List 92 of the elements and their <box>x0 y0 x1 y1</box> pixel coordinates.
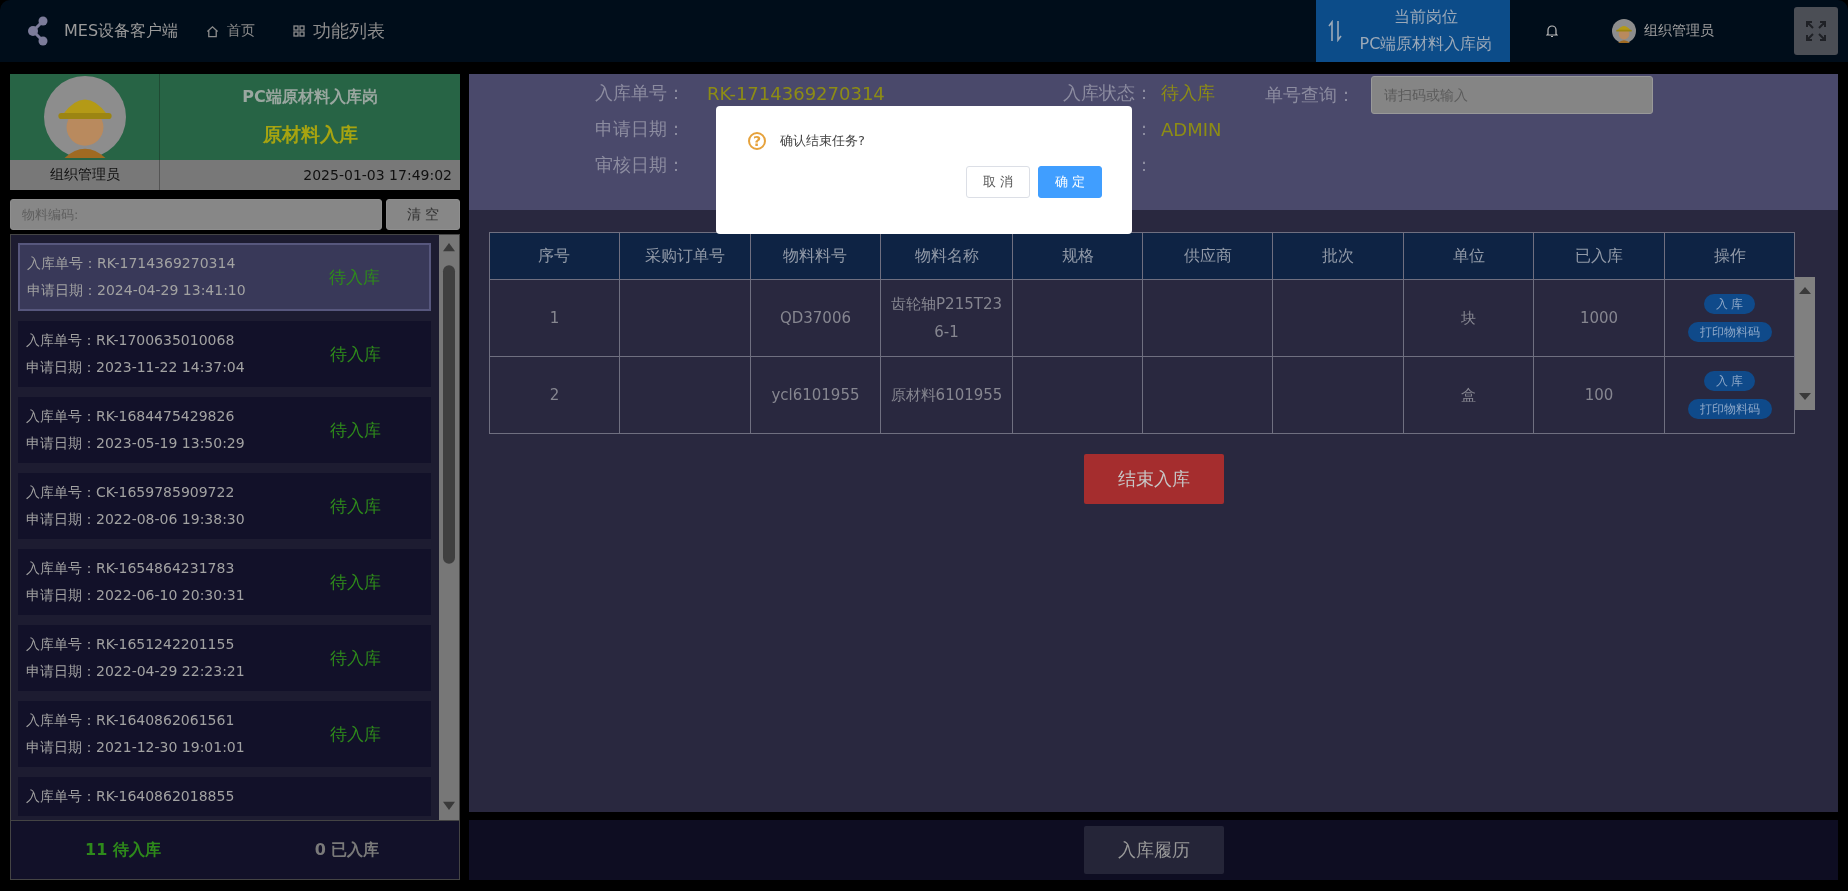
action-button[interactable]: 打印物料码 <box>1687 399 1772 419</box>
order-item[interactable]: 入库单号：RK-1684475429826 申请日期：2023-05-19 13:50:29 待入库 <box>18 397 431 463</box>
table-cell: QD37006 <box>750 279 881 357</box>
action-button[interactable]: 入 库 <box>1703 371 1756 391</box>
worker-avatar-icon <box>43 76 126 158</box>
order-number: 入库单号：RK-1684475429826 <box>26 408 236 425</box>
order-number: 入库单号：RK-1640862061561 <box>26 712 236 729</box>
dialog-message: 确认结束任务? <box>780 132 865 150</box>
swap-icon <box>1328 20 1342 42</box>
order-item[interactable]: 入库单号：RK-1700635010068 申请日期：2023-11-22 14:37:04 待入库 <box>18 321 431 387</box>
order-number: 入库单号：RK-1700635010068 <box>26 332 236 349</box>
table-cell: 齿轮轴P215T236-1 <box>880 279 1013 357</box>
question-icon: ? <box>748 132 766 150</box>
status-text: 待入库 <box>329 265 380 289</box>
field-label: ： <box>1134 153 1153 177</box>
nav-link[interactable]: 首页 <box>206 22 256 40</box>
field-label: ： <box>1134 117 1153 141</box>
order-item[interactable]: 入库单号：RK-1640862061561 申请日期：2021-12-30 19:01:01 待入库 <box>18 701 431 767</box>
column-header: 单位 <box>1403 232 1534 280</box>
count-text: 11 待入库 <box>84 838 162 861</box>
table-cell: 1 <box>489 279 620 357</box>
action-button[interactable]: 打印物料码 <box>1687 322 1772 342</box>
table-cell: 1000 <box>1533 279 1665 357</box>
order-number: 入库单号：RK-1714369270314 <box>27 255 237 272</box>
clear-button[interactable]: 清 空 <box>386 199 460 230</box>
table-cell: 块 <box>1403 279 1534 357</box>
grid-icon <box>293 25 306 37</box>
request-date: 申请日期：2022-08-06 19:38:30 <box>26 511 246 528</box>
scrollbar[interactable] <box>1795 277 1815 410</box>
status-text: 待入库 <box>330 418 381 442</box>
field-label: 入库单号： <box>595 81 686 105</box>
request-date: 申请日期：2022-04-29 22:23:21 <box>26 663 246 680</box>
request-date: 申请日期：2024-04-29 13:41:10 <box>27 282 247 299</box>
column-header: 供应商 <box>1142 232 1273 280</box>
column-header: 物料料号 <box>750 232 881 280</box>
post-switch-button[interactable]: 当前岗位 PC端原材料入库岗 <box>1316 0 1510 62</box>
order-item[interactable]: 入库单号：RK-1640862018855 <box>18 777 431 816</box>
field-value: ADMIN <box>1161 118 1222 140</box>
status-text: 待入库 <box>330 494 381 518</box>
request-date: 申请日期：2022-06-10 20:30:31 <box>26 587 246 604</box>
column-header: 规格 <box>1012 232 1143 280</box>
history-button[interactable]: 入库履历 <box>1083 826 1224 874</box>
table-cell: 盒 <box>1403 356 1534 434</box>
status-text: 待入库 <box>330 646 381 670</box>
finish-button[interactable]: 结束入库 <box>1083 454 1224 504</box>
field-label: 申请日期： <box>595 117 686 141</box>
table-cell: 100 <box>1533 356 1665 434</box>
app-title: MES设备客户端 <box>64 20 179 42</box>
table-cell: 原材料6101955 <box>880 356 1013 434</box>
field-label: 审核日期： <box>595 153 686 177</box>
user-name: 组织管理员 <box>10 160 160 190</box>
field-value: 待入库 <box>1161 81 1215 105</box>
status-text: 待入库 <box>330 570 381 594</box>
status-text: 待入库 <box>330 342 381 366</box>
column-header: 序号 <box>489 232 620 280</box>
request-date: 申请日期：2021-12-30 19:01:01 <box>26 739 246 756</box>
bell-icon[interactable] <box>1546 24 1558 38</box>
task-title: 原材料入库 <box>262 121 358 147</box>
request-date: 申请日期：2023-11-22 14:37:04 <box>26 359 246 376</box>
order-item[interactable]: 入库单号：RK-1654864231783 申请日期：2022-06-10 20:30:31 待入库 <box>18 549 431 615</box>
user-name[interactable]: 组织管理员 <box>1644 22 1714 40</box>
field-label: 入库状态： <box>1062 81 1153 105</box>
count-text: 0 已入库 <box>313 838 381 861</box>
request-date: 申请日期：2023-05-19 13:50:29 <box>26 435 246 452</box>
order-item[interactable]: 入库单号：RK-1651242201155 申请日期：2022-04-29 22:23:21 待入库 <box>18 625 431 691</box>
home-icon <box>206 24 220 38</box>
order-item[interactable]: 入库单号：RK-1714369270314 申请日期：2024-04-29 13:41:10 待入库 <box>18 243 431 311</box>
column-header: 操作 <box>1664 232 1795 280</box>
status-text: 待入库 <box>330 722 381 746</box>
table-cell: 2 <box>489 356 620 434</box>
order-number: 入库单号：RK-1654864231783 <box>26 560 236 577</box>
scrollbar[interactable] <box>439 235 459 820</box>
action-button[interactable]: 入 库 <box>1703 294 1756 314</box>
fullscreen-button[interactable] <box>1794 7 1838 55</box>
nav-link[interactable]: 功能列表 <box>293 19 386 43</box>
fullscreen-icon <box>1805 20 1827 42</box>
column-header: 物料名称 <box>880 232 1013 280</box>
column-header: 采购订单号 <box>619 232 751 280</box>
order-number: 入库单号：RK-1640862018855 <box>26 788 236 805</box>
column-header: 批次 <box>1272 232 1404 280</box>
share-logo-icon <box>28 16 48 46</box>
field-label: 单号查询： <box>1265 83 1356 107</box>
order-item[interactable]: 入库单号：CK-1659785909722 申请日期：2022-08-06 19:38:30 待入库 <box>18 473 431 539</box>
order-number: 入库单号：CK-1659785909722 <box>26 484 236 501</box>
avatar-icon <box>1612 19 1636 43</box>
order-number: 入库单号：RK-1651242201155 <box>26 636 236 653</box>
field-value: RK-1714369270314 <box>707 82 885 104</box>
cancel-button[interactable]: 取 消 <box>966 166 1030 198</box>
date-time: 2025-01-03 17:49:02 <box>160 160 460 190</box>
column-header: 已入库 <box>1533 232 1665 280</box>
post-name: PC端原材料入库岗 <box>242 86 378 108</box>
table-cell: ycl6101955 <box>750 356 881 434</box>
